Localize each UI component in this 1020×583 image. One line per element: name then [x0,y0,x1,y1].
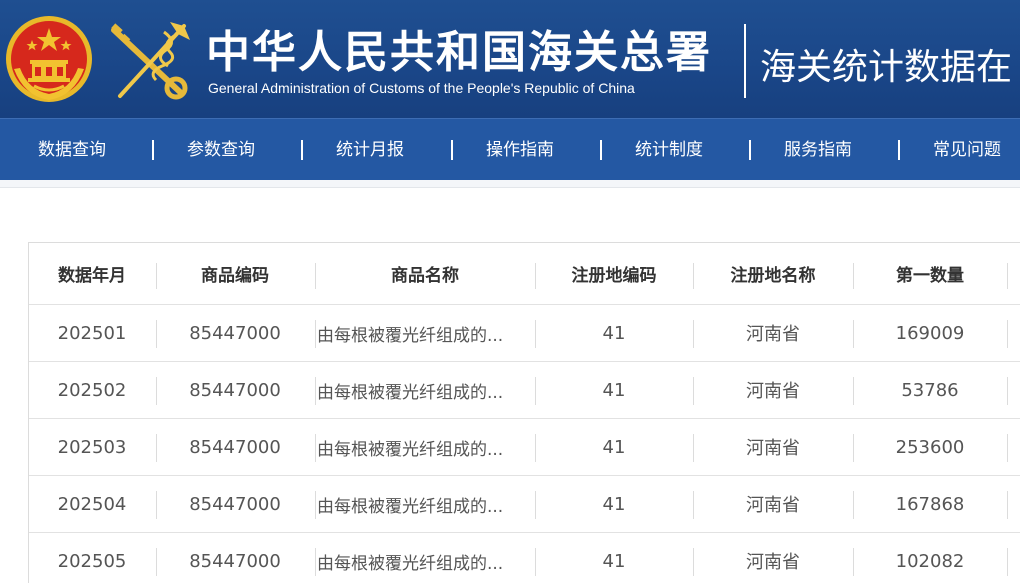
cell-code: 85447000 [189,550,281,572]
column-header-region-code[interactable]: 注册地编码 [535,243,693,304]
column-divider [1007,320,1008,348]
column-divider [1007,263,1008,289]
cell-code: 85447000 [189,322,281,344]
nav-item-param-query[interactable]: 参数查询 [187,119,255,181]
cell-code: 85447000 [189,436,281,458]
column-header-code[interactable]: 商品编码 [156,243,314,304]
cell-quantity: 169009 [895,322,965,344]
cell-quantity: 253600 [895,436,965,458]
title-divider [744,24,746,98]
nav-item-guide[interactable]: 操作指南 [486,119,554,181]
data-table: 数据年月 商品编码 商品名称 注册地编码 注册地名称 第一数量 202501 8… [28,242,1020,583]
column-header-date[interactable]: 数据年月 [29,243,155,304]
nav-substrip [0,180,1020,188]
cell-date: 202505 [57,550,127,572]
column-header-region-name[interactable]: 注册地名称 [693,243,853,304]
table-row[interactable]: 202503 85447000 由每根被覆光纤组成的... 41 河南省 253… [29,419,1020,476]
column-divider [1007,434,1008,462]
cell-name[interactable]: 由每根被覆光纤组成的... [315,362,535,418]
cell-date: 202501 [57,322,127,344]
cell-date: 202503 [57,436,127,458]
cell-name[interactable]: 由每根被覆光纤组成的... [315,305,535,361]
cell-region-name: 河南省 [746,495,800,516]
main-nav: 数据查询 参数查询 统计月报 操作指南 统计制度 服务指南 常见问题 [0,118,1020,180]
cell-code: 85447000 [189,493,281,515]
nav-item-service-guide[interactable]: 服务指南 [784,119,852,181]
nav-separator [451,140,453,160]
cell-name[interactable]: 由每根被覆光纤组成的... [315,419,535,475]
site-title-cn: 中华人民共和国海关总署 [206,27,712,78]
cell-name[interactable]: 由每根被覆光纤组成的... [315,533,535,583]
table-row[interactable]: 202504 85447000 由每根被覆光纤组成的... 41 河南省 167… [29,476,1020,533]
column-header-name[interactable]: 商品名称 [315,243,535,304]
nav-separator [898,140,900,160]
cell-region-code: 41 [602,322,626,344]
site-subtitle: 海关统计数据在 [760,47,1013,88]
customs-key-caduceus-icon [111,22,190,100]
cell-region-code: 41 [602,379,626,401]
cell-date: 202504 [57,493,127,515]
nav-separator [749,140,751,160]
cell-region-name: 河南省 [746,438,800,459]
table-row[interactable]: 202502 85447000 由每根被覆光纤组成的... 41 河南省 537… [29,362,1020,419]
nav-item-monthly-report[interactable]: 统计月报 [336,119,404,181]
cell-quantity: 167868 [895,493,965,515]
site-header: 中华人民共和国海关总署 General Administration of Cu… [0,0,1020,118]
column-divider [1007,548,1008,576]
cell-region-code: 41 [602,493,626,515]
cell-region-code: 41 [602,550,626,572]
nav-item-data-query[interactable]: 数据查询 [38,119,106,181]
site-title-en: General Administration of Customs of the… [208,80,635,96]
nav-separator [152,140,154,160]
cell-quantity: 53786 [901,379,959,401]
column-divider [1007,377,1008,405]
national-emblem-icon[interactable] [4,14,94,104]
cell-region-code: 41 [602,436,626,458]
cell-code: 85447000 [189,379,281,401]
nav-separator [600,140,602,160]
column-divider [1007,491,1008,519]
cell-quantity: 102082 [895,550,965,572]
cell-date: 202502 [57,379,127,401]
nav-item-statistics-system[interactable]: 统计制度 [635,119,703,181]
nav-separator [301,140,303,160]
nav-item-faq[interactable]: 常见问题 [933,119,1001,181]
table-row[interactable]: 202501 85447000 由每根被覆光纤组成的... 41 河南省 169… [29,305,1020,362]
cell-region-name: 河南省 [746,381,800,402]
table-header-row: 数据年月 商品编码 商品名称 注册地编码 注册地名称 第一数量 [29,243,1020,305]
column-header-quantity[interactable]: 第一数量 [853,243,1007,304]
table-row[interactable]: 202505 85447000 由每根被覆光纤组成的... 41 河南省 102… [29,533,1020,583]
cell-region-name: 河南省 [746,552,800,573]
cell-region-name: 河南省 [746,324,800,345]
cell-name[interactable]: 由每根被覆光纤组成的... [315,476,535,532]
